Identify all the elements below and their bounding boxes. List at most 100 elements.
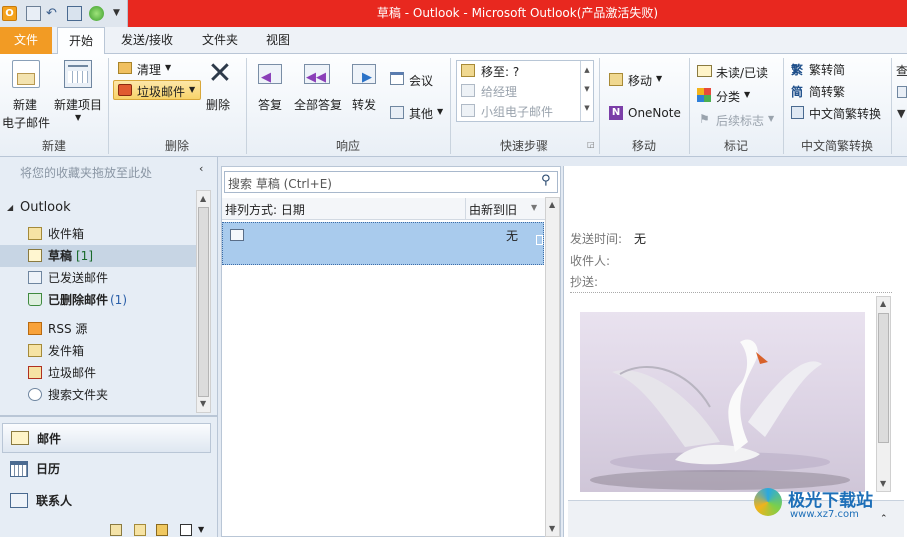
move-to-icon <box>461 64 475 77</box>
message-row[interactable]: 无 <box>222 222 544 265</box>
configure-buttons-icon[interactable] <box>180 524 192 536</box>
arrange-by-button[interactable]: 排列方式: 日期 <box>225 201 305 218</box>
quick-step-move-to[interactable]: 移至: ? <box>481 63 519 80</box>
watermark-text: 极光下载站 <box>788 491 873 511</box>
onenote-icon: N <box>609 106 623 120</box>
delete-button[interactable]: 删除 <box>206 96 230 113</box>
tab-home[interactable]: 开始 <box>57 27 105 55</box>
meeting-button[interactable]: 会议 <box>409 72 433 89</box>
move-dropdown-icon[interactable]: ▼ <box>656 74 662 83</box>
new-items-dropdown-icon[interactable]: ▼ <box>75 113 81 122</box>
search-icon[interactable]: ⚲ <box>541 173 551 188</box>
folder-sent[interactable]: 已发送邮件 <box>0 267 196 289</box>
forward-button[interactable]: 转发 <box>352 96 376 113</box>
customize-qat-icon[interactable]: ▼ <box>113 6 123 21</box>
folder-search[interactable]: 搜索文件夹 <box>0 384 196 406</box>
expand-account-icon[interactable]: ◢ <box>7 203 13 212</box>
to-traditional-icon: 繁 <box>791 63 804 77</box>
tab-folder[interactable]: 文件夹 <box>194 27 246 54</box>
scroll-down-icon[interactable]: ▼ <box>200 399 206 408</box>
notes-icon[interactable] <box>110 524 122 536</box>
follow-up-dropdown-icon[interactable]: ▼ <box>768 114 774 123</box>
tab-view[interactable]: 视图 <box>256 27 300 54</box>
junk-folder-icon <box>28 366 42 379</box>
cleanup-dropdown-icon[interactable]: ▼ <box>165 63 171 72</box>
deleted-count: (1) <box>110 293 127 307</box>
outlook-app-icon[interactable]: O <box>2 6 17 21</box>
reply-all-button[interactable]: 全部答复 <box>294 96 342 113</box>
reading-scrollbar-thumb[interactable] <box>878 313 889 443</box>
contacts-icon <box>10 493 28 508</box>
address-book-icon[interactable] <box>897 86 907 98</box>
scroll-down-icon[interactable]: ▼ <box>549 524 555 533</box>
deleted-icon <box>28 293 42 306</box>
folder-outbox[interactable]: 发件箱 <box>0 340 196 362</box>
new-email-button[interactable]: 新建 <box>13 96 37 113</box>
more-respond-dropdown-icon[interactable]: ▼ <box>437 107 443 116</box>
navigation-pane: 将您的收藏夹拖放至此处 ‹ ◢ Outlook 收件箱 草稿 [1] 已发送邮件… <box>0 157 218 537</box>
sent-label: 发送时间: <box>570 232 623 246</box>
folder-rss[interactable]: RSS 源 <box>0 318 196 340</box>
list-scrollbar[interactable]: ▲ ▼ <box>545 197 560 537</box>
group-label-new: 新建 <box>41 139 66 153</box>
drafts-count: [1] <box>76 249 93 263</box>
categorize-dropdown-icon[interactable]: ▼ <box>744 90 750 99</box>
new-items-button[interactable]: 新建项目 <box>54 96 102 113</box>
follow-up-button[interactable]: 后续标志 <box>716 112 764 129</box>
print-icon[interactable] <box>67 6 82 21</box>
folder-drafts[interactable]: 草稿 [1] <box>0 245 196 267</box>
junk-dropdown-icon[interactable]: ▼ <box>189 85 195 94</box>
nav-splitter[interactable] <box>0 415 217 417</box>
group-label-respond: 响应 <box>335 139 360 153</box>
scroll-up-icon[interactable]: ▲ <box>549 200 555 209</box>
filter-icon[interactable]: ▼ <box>897 108 907 120</box>
categorize-button[interactable]: 分类 <box>716 88 740 105</box>
tab-send-receive[interactable]: 发送/接收 <box>114 27 180 54</box>
shortcuts-icon[interactable] <box>156 524 168 536</box>
reading-scrollbar[interactable]: ▲ ▼ <box>876 296 891 492</box>
scroll-up-icon[interactable]: ▲ <box>880 299 886 308</box>
onenote-button[interactable]: OneNote <box>628 106 681 120</box>
search-box[interactable]: 搜索 草稿 (Ctrl+E) ⚲ <box>224 171 558 193</box>
flag-placeholder[interactable] <box>536 235 543 245</box>
junk-button[interactable]: 垃圾邮件 <box>137 83 185 100</box>
new-email-button-line2[interactable]: 电子邮件 <box>2 114 50 131</box>
module-mail[interactable]: 邮件 <box>2 423 211 453</box>
move-button[interactable]: 移动 <box>628 72 652 89</box>
quick-step-team-email[interactable]: 小组电子邮件 <box>481 103 553 120</box>
forward-icon: ▶ <box>352 64 376 84</box>
simplified-to-traditional-button[interactable]: 简转繁 <box>809 83 845 100</box>
more-respond-button[interactable]: 其他 <box>409 105 433 122</box>
nav-scrollbar-thumb[interactable] <box>198 207 209 397</box>
tab-file[interactable]: 文件 <box>0 27 52 54</box>
status-icon[interactable] <box>89 6 104 21</box>
collapse-nav-icon[interactable]: ‹ <box>199 162 203 175</box>
module-contacts[interactable]: 联系人 <box>2 486 211 516</box>
inbox-icon <box>28 227 42 240</box>
quick-steps-scroll[interactable]: ▲ ▼ ▼ <box>580 61 593 121</box>
unread-read-button[interactable]: 未读/已读 <box>716 64 768 81</box>
folder-deleted[interactable]: 已删除邮件 (1) <box>0 289 196 311</box>
folder-list-icon[interactable] <box>134 524 146 536</box>
traditional-to-simplified-button[interactable]: 繁转简 <box>809 61 845 78</box>
undo-icon[interactable]: ↶ <box>46 6 61 21</box>
quick-step-to-manager[interactable]: 给经理 <box>481 83 517 100</box>
account-outlook[interactable]: Outlook <box>20 200 71 215</box>
module-calendar[interactable]: 日历 <box>2 454 211 484</box>
meeting-icon <box>390 72 404 85</box>
chinese-convert-button[interactable]: 中文简繁转换 <box>809 105 881 122</box>
cleanup-button[interactable]: 清理 <box>137 61 161 78</box>
nav-options-dropdown-icon[interactable]: ▼ <box>198 525 204 534</box>
quick-steps-dialog-launcher-icon[interactable]: ◲ <box>587 140 595 149</box>
search-input[interactable]: 搜索 草稿 (Ctrl+E) <box>228 175 332 192</box>
reply-button[interactable]: 答复 <box>258 96 282 113</box>
sort-order-button[interactable]: 由新到旧 <box>469 201 517 218</box>
folder-junk[interactable]: 垃圾邮件 <box>0 362 196 384</box>
folder-inbox[interactable]: 收件箱 <box>0 223 196 245</box>
send-receive-icon[interactable] <box>26 6 41 21</box>
reply-icon: ◀ <box>258 64 282 84</box>
nav-scrollbar[interactable]: ▲ ▼ <box>196 190 211 413</box>
find-group-partial[interactable]: 查 <box>896 62 907 79</box>
sort-dropdown-icon[interactable]: ▼ <box>531 203 537 212</box>
scroll-up-icon[interactable]: ▲ <box>200 194 206 203</box>
